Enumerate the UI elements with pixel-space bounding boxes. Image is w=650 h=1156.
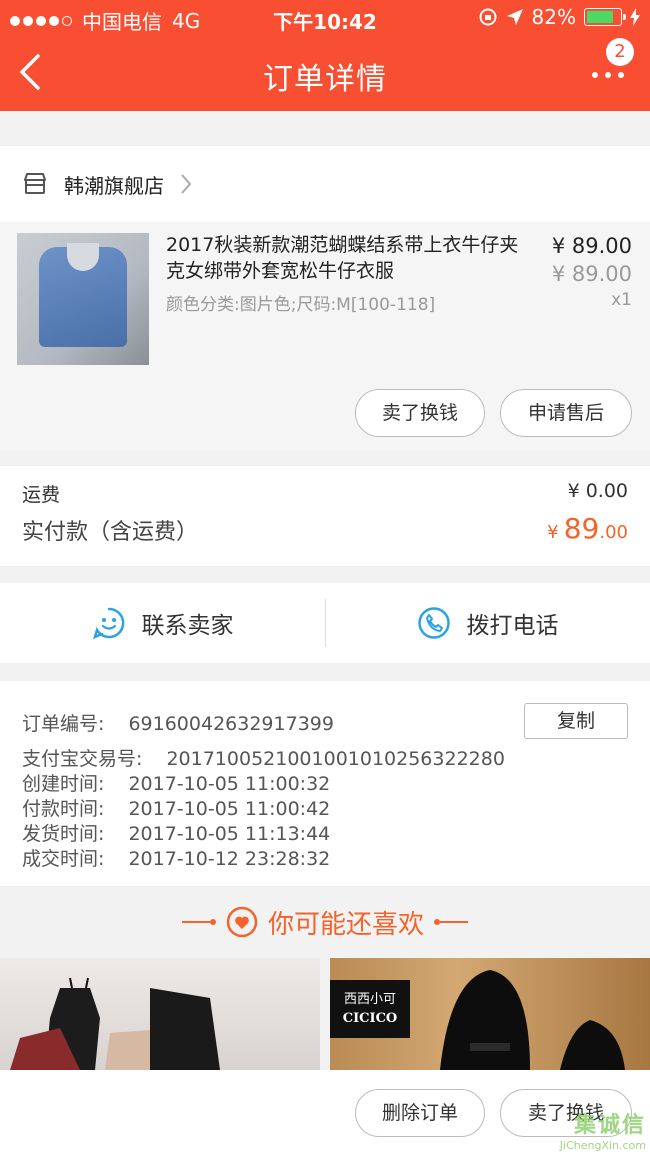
fee-summary: 运费 ¥ 0.00 实付款（含运费） ¥ 89.00 <box>0 466 650 566</box>
done-time: 2017-10-12 23:28:32 <box>128 848 331 870</box>
product-photo <box>10 977 220 1070</box>
location-icon <box>506 9 523 25</box>
chevron-right-icon <box>181 174 192 194</box>
order-info: 订单编号: 69160042632917399 复制 支付宝交易号: 20171… <box>0 681 650 886</box>
shipped-label: 发货时间: <box>22 823 105 845</box>
product-item[interactable]: 2017秋装新款潮范蝴蝶结系带上衣牛仔夹克女绑带外套宽松牛仔衣服 颜色分类:图片… <box>0 222 650 450</box>
decor-line-right <box>434 919 468 925</box>
bottom-action-bar: 删除订单 卖了换钱 集诚信 JiChengXin.com <box>0 1070 650 1156</box>
recommend-title: 你可能还喜欢 <box>267 909 424 940</box>
brand-logo: 西西小可 CICICO <box>330 980 410 1038</box>
brand-name-en: CICICO <box>342 1011 398 1026</box>
copy-button[interactable]: 复制 <box>524 703 628 739</box>
after-sale-button[interactable]: 申请售后 <box>500 389 632 437</box>
alipay-row: 支付宝交易号: 2017100521001001010256322280 <box>22 744 505 771</box>
call-label: 拨打电话 <box>466 613 559 639</box>
done-row: 成交时间: 2017-10-12 23:28:32 <box>22 844 330 871</box>
paid-decimal: .00 <box>599 522 628 543</box>
recommend-item-1[interactable] <box>0 958 320 1070</box>
done-label: 成交时间: <box>22 848 105 870</box>
battery-icon <box>584 8 626 26</box>
chat-face-icon <box>92 607 124 640</box>
paid-time: 2017-10-05 11:00:42 <box>128 798 331 820</box>
paid-label: 实付款（含运费） <box>22 520 199 545</box>
phone-icon <box>417 607 450 639</box>
alipay-label: 支付宝交易号: <box>22 748 143 770</box>
contact-seller-button[interactable]: 联系卖家 <box>0 583 325 663</box>
product-price: ¥ 89.00 <box>551 234 632 258</box>
status-bar: 中国电信 4G 下午10:42 82% <box>0 0 650 36</box>
shipped-row: 发货时间: 2017-10-05 11:13:44 <box>22 819 330 846</box>
heart-icon <box>226 906 258 938</box>
decor-line-left <box>181 919 216 925</box>
shipping-value: ¥ 0.00 <box>567 480 628 502</box>
resell-button[interactable]: 卖了换钱 <box>355 389 485 437</box>
call-button[interactable]: 拨打电话 <box>325 583 650 663</box>
paid-amount: ¥ 89.00 <box>547 512 628 545</box>
battery-percent: 82% <box>531 5 576 29</box>
product-title: 2017秋装新款潮范蝴蝶结系带上衣牛仔夹克女绑带外套宽松牛仔衣服 <box>166 234 519 282</box>
recommend-header: 你可能还喜欢 <box>0 886 650 958</box>
alipay-number: 2017100521001001010256322280 <box>166 748 505 770</box>
created-time: 2017-10-05 11:00:32 <box>128 773 331 795</box>
charging-icon <box>630 8 640 26</box>
shipped-time: 2017-10-05 11:13:44 <box>128 823 331 845</box>
contact-seller-label: 联系卖家 <box>141 613 234 639</box>
watermark-text: JiChengXin.com <box>559 1139 646 1152</box>
top-bar: 中国电信 4G 下午10:42 82% 订单详情 2 <box>0 0 650 111</box>
watermark-logo: 集诚信 <box>573 1113 646 1138</box>
paid-row: 付款时间: 2017-10-05 11:00:42 <box>22 794 330 821</box>
product-quantity: x1 <box>611 290 632 310</box>
created-row: 创建时间: 2017-10-05 11:00:32 <box>22 769 330 796</box>
page-title: 订单详情 <box>263 62 387 97</box>
product-image[interactable] <box>17 233 149 365</box>
store-icon <box>24 173 46 194</box>
message-badge: 2 <box>606 38 634 66</box>
order-number-row: 订单编号: 69160042632917399 <box>22 709 334 736</box>
order-number: 69160042632917399 <box>128 713 334 735</box>
product-spec: 颜色分类:图片色;尺码:M[100-118] <box>166 295 436 315</box>
product-price-block: ¥ 89.00 ¥ 89.00 x1 <box>552 234 632 310</box>
recommend-item-2[interactable]: 西西小可 CICICO <box>330 958 650 1070</box>
watermark: 集诚信 JiChengXin.com <box>560 1107 646 1152</box>
paid-currency: ¥ <box>547 522 559 543</box>
shop-row[interactable]: 韩潮旗舰店 <box>0 146 650 222</box>
shipping-label: 运费 <box>22 484 61 506</box>
paid-integer: 89 <box>563 512 600 545</box>
paid-time-label: 付款时间: <box>22 798 105 820</box>
rotation-lock-icon <box>479 8 497 26</box>
order-number-label: 订单编号: <box>22 713 105 735</box>
delete-order-button[interactable]: 删除订单 <box>355 1089 485 1137</box>
contact-bar: 联系卖家 拨打电话 <box>0 583 650 663</box>
created-label: 创建时间: <box>22 773 105 795</box>
more-icon <box>592 72 624 78</box>
product-original-price: ¥ 89.00 <box>551 262 632 286</box>
brand-name-cn: 西西小可 <box>343 992 396 1007</box>
shop-name: 韩潮旗舰店 <box>64 173 164 198</box>
